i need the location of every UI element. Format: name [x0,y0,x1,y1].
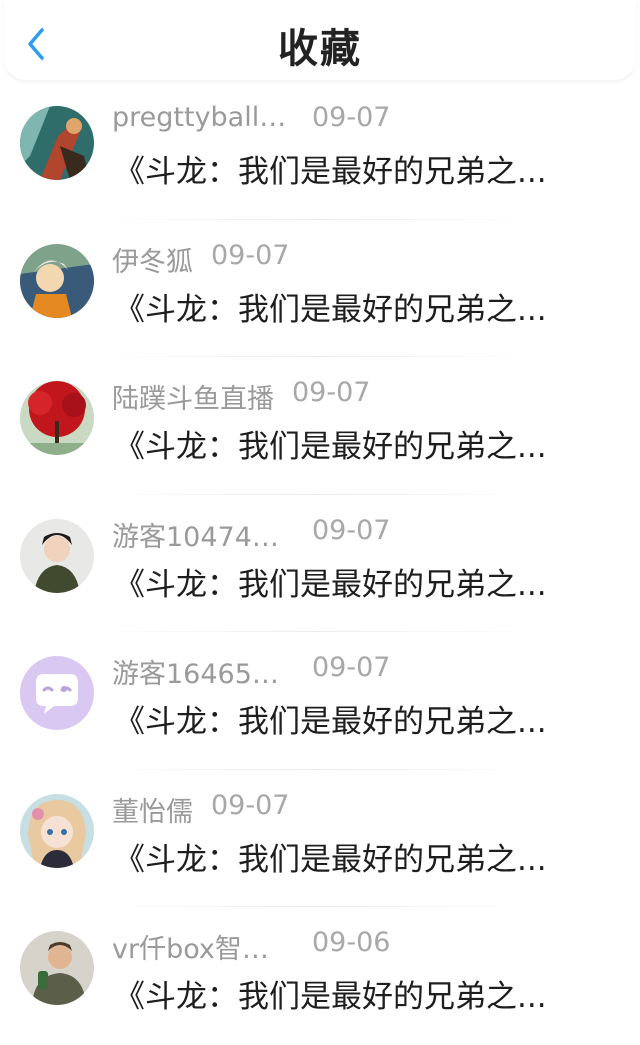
post-title[interactable]: 《斗龙：我们是最好的兄弟之... [114,284,584,329]
avatar[interactable] [20,381,94,455]
post-date: 09-06 [312,927,391,958]
post-date: 09-07 [211,239,290,271]
post-title[interactable]: 《斗龙：我们是最好的兄弟之... [114,559,584,604]
author-name[interactable]: 游客104743... [112,515,294,554]
avatar-image [20,793,94,868]
item-meta: vr仟box智能... 09-06 [112,927,391,965]
post-title[interactable]: 《斗龙：我们是最好的兄弟之... [114,421,584,466]
author-name[interactable]: vr仟box智能... [112,927,294,966]
avatar[interactable] [20,931,94,1005]
author-name[interactable]: 陆蹼斗鱼直播 [112,377,274,416]
avatar[interactable] [20,793,94,868]
avatar-image [20,106,94,180]
item-meta: 游客104743... 09-07 [112,514,391,553]
item-meta: 陆蹼斗鱼直播 09-07 [112,377,371,415]
avatar-image [20,243,94,318]
item-meta: 董怡儒 09-07 [112,789,290,828]
favorite-item[interactable]: 游客164657... 09-07 《斗龙：我们是最好的兄弟之... [0,632,640,770]
page-title: 收藏 [278,26,362,72]
avatar[interactable] [20,656,94,730]
post-date: 09-07 [211,789,290,821]
author-name[interactable]: 伊冬狐 [112,240,193,279]
avatar-image [20,518,94,593]
default-chat-avatar-icon [20,656,94,730]
post-title[interactable]: 《斗龙：我们是最好的兄弟之... [114,146,584,191]
top-bar: 收藏 [4,0,636,80]
favorites-list: pregttyballe... 09-07 《斗龙：我们是最好的兄弟之... 伊冬… [0,82,640,1045]
favorite-item[interactable]: 伊冬狐 09-07 《斗龙：我们是最好的兄弟之... [0,220,640,357]
avatar[interactable] [20,243,94,318]
item-meta: 游客164657... 09-07 [112,652,391,690]
favorite-item[interactable]: 陆蹼斗鱼直播 09-07 《斗龙：我们是最好的兄弟之... [0,357,640,495]
author-name[interactable]: pregttyballe... [112,102,294,133]
avatar-image [20,381,94,455]
item-meta: 伊冬狐 09-07 [112,239,290,278]
avatar[interactable] [20,106,94,180]
post-title[interactable]: 《斗龙：我们是最好的兄弟之... [114,696,584,741]
post-date: 09-07 [292,377,371,408]
avatar[interactable] [20,518,94,593]
author-name[interactable]: 游客164657... [112,652,294,691]
favorite-item[interactable]: 董怡儒 09-07 《斗龙：我们是最好的兄弟之... [0,770,640,907]
favorite-item[interactable]: 游客104743... 09-07 《斗龙：我们是最好的兄弟之... [0,495,640,632]
item-meta: pregttyballe... 09-07 [112,102,390,136]
post-date: 09-07 [312,102,391,133]
post-date: 09-07 [312,652,391,683]
favorite-item[interactable]: pregttyballe... 09-07 《斗龙：我们是最好的兄弟之... [0,82,640,220]
post-title[interactable]: 《斗龙：我们是最好的兄弟之... [114,834,584,879]
author-name[interactable]: 董怡儒 [112,790,193,829]
post-title[interactable]: 《斗龙：我们是最好的兄弟之... [114,971,584,1016]
post-date: 09-07 [312,514,391,546]
avatar-image [20,931,94,1005]
favorite-item[interactable]: vr仟box智能... 09-06 《斗龙：我们是最好的兄弟之... [0,907,640,1045]
